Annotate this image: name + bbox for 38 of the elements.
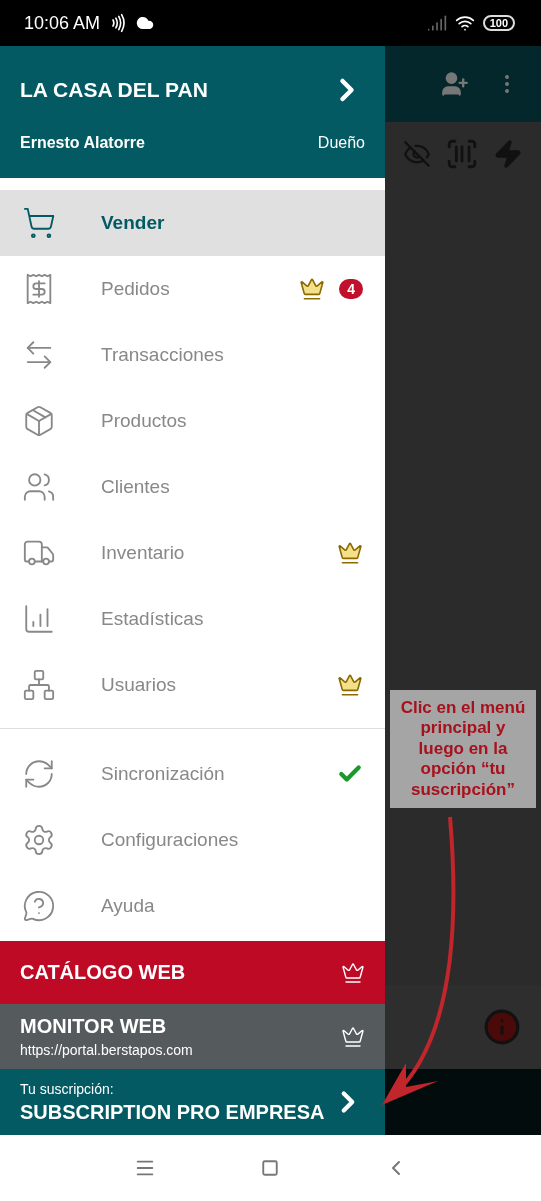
sync-icon bbox=[22, 757, 56, 791]
boxes-icon bbox=[22, 404, 56, 438]
annotation-text: Clic en el menú principal y luego en la opción “tu suscripción” bbox=[390, 690, 536, 808]
menu-item[interactable]: Pedidos 4 bbox=[0, 256, 385, 322]
cart-icon bbox=[22, 206, 56, 240]
menu-item[interactable]: Productos bbox=[0, 388, 385, 454]
menu-item[interactable]: Transacciones bbox=[0, 322, 385, 388]
menu-item[interactable]: Ayuda bbox=[0, 873, 385, 939]
add-user-icon[interactable] bbox=[441, 70, 469, 98]
cloud-icon bbox=[136, 14, 155, 32]
battery-level: 100 bbox=[482, 15, 515, 31]
network-icon bbox=[22, 668, 56, 702]
settings-icon bbox=[22, 823, 56, 857]
subscription-plan: SUBSCRIPTION PRO EMPRESA bbox=[20, 1100, 325, 1124]
help-icon bbox=[22, 889, 56, 923]
business-name: LA CASA DEL PAN bbox=[20, 78, 208, 102]
bar-chart-icon bbox=[22, 602, 56, 636]
people-icon bbox=[22, 470, 56, 504]
monitor-url: https://portal.berstapos.com bbox=[20, 1042, 193, 1058]
menu-item[interactable]: Estadísticas bbox=[0, 586, 385, 652]
subscription-button[interactable]: Tu suscripción: SUBSCRIPTION PRO EMPRESA bbox=[0, 1069, 385, 1135]
monitor-button[interactable]: MONITOR WEB https://portal.berstapos.com bbox=[0, 1004, 385, 1069]
status-time: 10:06 AM bbox=[24, 12, 101, 34]
menu-item[interactable]: Sincronización bbox=[0, 741, 385, 807]
wifi-icon bbox=[454, 13, 475, 33]
monitor-title: MONITOR WEB bbox=[20, 1015, 168, 1038]
menu-item[interactable]: Configuraciones bbox=[0, 807, 385, 873]
menu-item[interactable]: Inventario bbox=[0, 520, 385, 586]
signal-icon bbox=[426, 13, 447, 33]
menu-item[interactable]: Usuarios bbox=[0, 652, 385, 718]
menu-item[interactable]: Clientes bbox=[0, 454, 385, 520]
home-icon[interactable] bbox=[260, 1159, 279, 1177]
catalog-button[interactable]: CATÁLOGO WEB bbox=[0, 941, 385, 1004]
count-badge: 4 bbox=[339, 279, 363, 299]
subscription-label: Tu suscripción: bbox=[20, 1080, 115, 1097]
user-name: Ernesto Alatorre bbox=[20, 134, 145, 152]
menu-item[interactable]: Vender bbox=[0, 190, 385, 256]
user-role: Dueño bbox=[317, 134, 365, 152]
